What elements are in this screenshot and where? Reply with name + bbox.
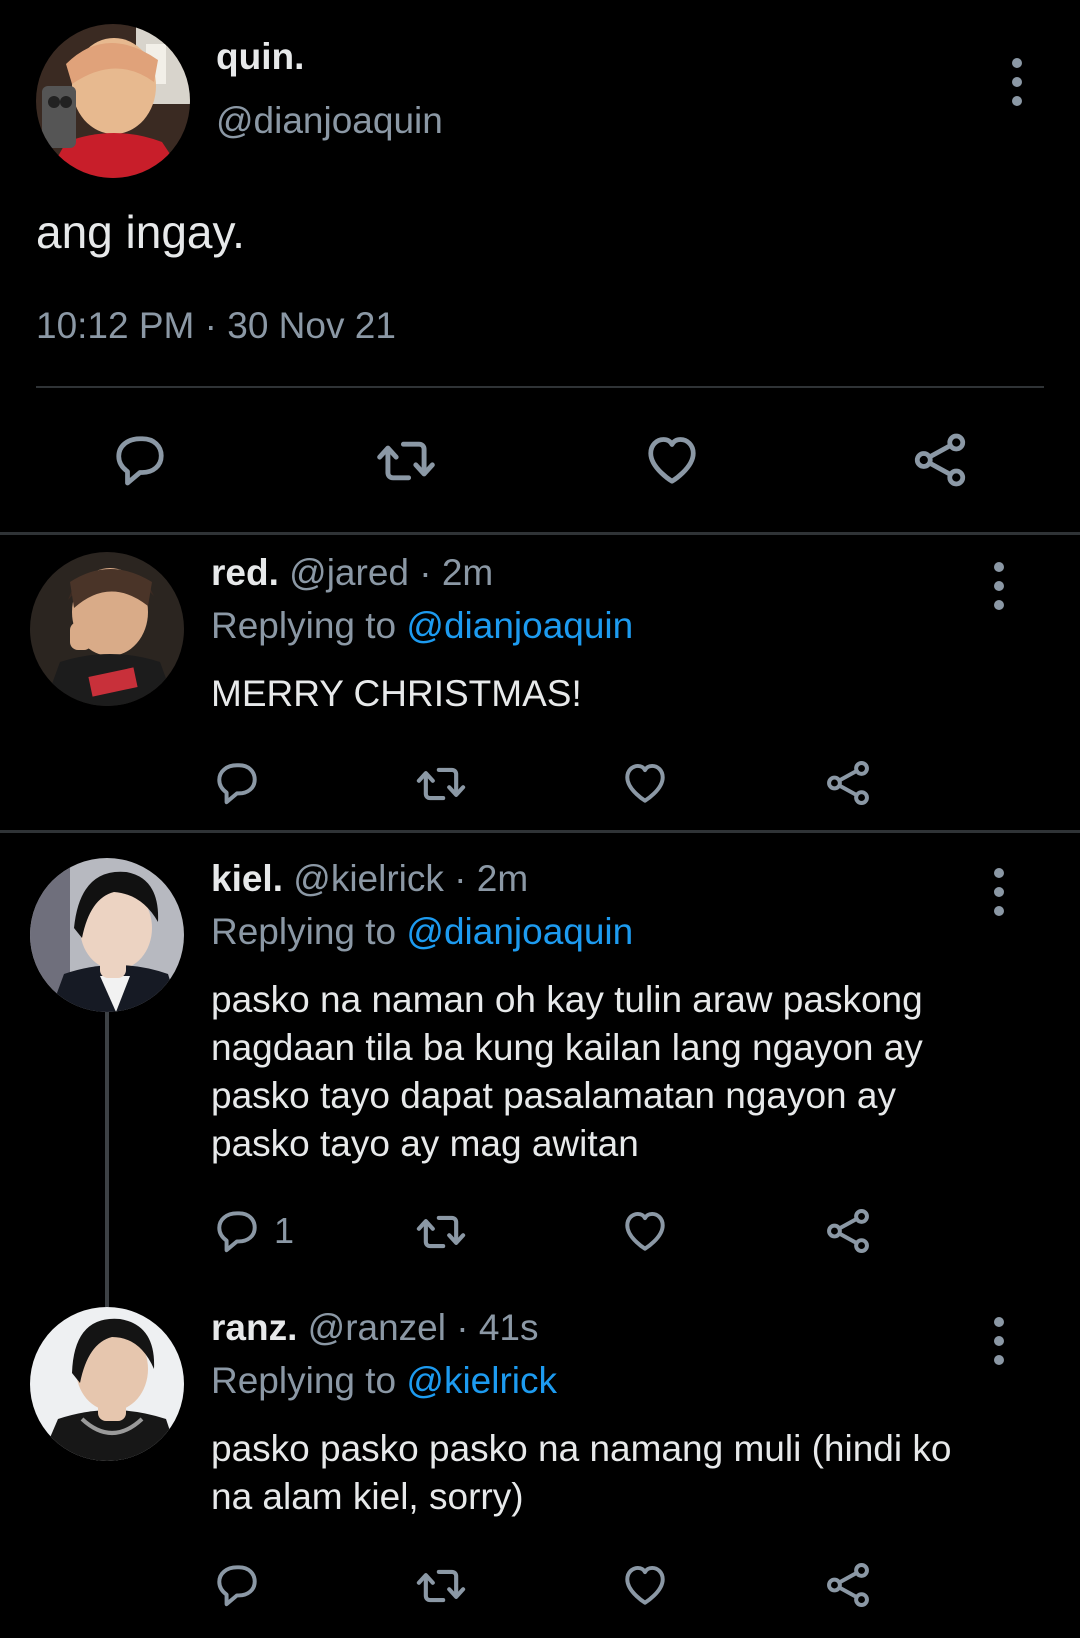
- avatar-photo: [36, 24, 190, 178]
- avatar[interactable]: [36, 24, 190, 178]
- heart-icon: [620, 1560, 670, 1610]
- share-button[interactable]: [910, 430, 970, 490]
- share-button[interactable]: [823, 1560, 873, 1610]
- section-divider: [0, 532, 1080, 535]
- tweet-timestamp[interactable]: 10:12 PM · 30 Nov 21: [36, 305, 396, 347]
- reply-icon: [212, 1560, 262, 1610]
- avatar[interactable]: [30, 858, 184, 1012]
- like-button[interactable]: [620, 1206, 670, 1256]
- handle[interactable]: @dianjoaquin: [216, 100, 443, 142]
- avatar-photo: [30, 552, 184, 706]
- reply-header: ranz. @ranzel · 41s: [211, 1307, 539, 1349]
- heart-icon: [642, 430, 702, 490]
- share-icon: [823, 758, 873, 808]
- like-button[interactable]: [620, 758, 670, 808]
- share-icon: [910, 430, 970, 490]
- share-button[interactable]: [823, 1206, 873, 1256]
- share-icon: [823, 1206, 873, 1256]
- retweet-icon: [375, 430, 437, 492]
- avatar-photo: [30, 1307, 184, 1461]
- replying-to-link[interactable]: @kielrick: [406, 1360, 557, 1401]
- reply-header: kiel. @kielrick · 2m: [211, 858, 528, 900]
- reply-text: pasko pasko pasko na namang muli (hindi …: [211, 1428, 952, 1517]
- reply-meta[interactable]: @ranzel · 41s: [308, 1307, 539, 1348]
- replying-to-link[interactable]: @dianjoaquin: [406, 605, 633, 646]
- tweet-text: ang ingay.: [36, 206, 245, 258]
- more-options-icon[interactable]: [993, 1317, 1005, 1365]
- reply-icon: [110, 430, 170, 490]
- reply-count: 1: [274, 1210, 295, 1251]
- retweet-button[interactable]: [415, 1206, 467, 1258]
- thread-line: [105, 1012, 109, 1307]
- section-divider: [0, 830, 1080, 833]
- share-icon: [823, 1560, 873, 1610]
- retweet-icon: [415, 758, 467, 810]
- more-options-icon[interactable]: [1011, 58, 1023, 106]
- replying-to: Replying to @kielrick: [211, 1360, 557, 1402]
- reply-icon: [212, 758, 262, 808]
- heart-icon: [620, 758, 670, 808]
- avatar-photo: [30, 858, 184, 1012]
- avatar[interactable]: [30, 552, 184, 706]
- reply-meta[interactable]: @jared · 2m: [289, 552, 493, 593]
- display-name[interactable]: quin.: [216, 36, 304, 78]
- share-button[interactable]: [823, 758, 873, 808]
- like-button[interactable]: [642, 430, 702, 490]
- reply-button[interactable]: [212, 1560, 274, 1610]
- replying-to-label: Replying to: [211, 911, 407, 952]
- reply-button[interactable]: [110, 430, 170, 490]
- display-name[interactable]: red.: [211, 552, 279, 593]
- heart-icon: [620, 1206, 670, 1256]
- replying-to: Replying to @dianjoaquin: [211, 605, 633, 647]
- retweet-button[interactable]: [415, 758, 467, 810]
- reply-button[interactable]: [212, 758, 274, 808]
- retweet-button[interactable]: [375, 430, 437, 492]
- reply-icon: [212, 1206, 262, 1256]
- reply-meta[interactable]: @kielrick · 2m: [293, 858, 528, 899]
- reply-button[interactable]: 1: [212, 1206, 294, 1256]
- retweet-icon: [415, 1560, 467, 1612]
- more-options-icon[interactable]: [993, 562, 1005, 610]
- like-button[interactable]: [620, 1560, 670, 1610]
- display-name[interactable]: kiel.: [211, 858, 283, 899]
- reply-header: red. @jared · 2m: [211, 552, 493, 594]
- more-options-icon[interactable]: [993, 868, 1005, 916]
- action-divider: [36, 386, 1044, 388]
- display-name[interactable]: ranz.: [211, 1307, 297, 1348]
- retweet-icon: [415, 1206, 467, 1258]
- avatar[interactable]: [30, 1307, 184, 1461]
- replying-to-link[interactable]: @dianjoaquin: [406, 911, 633, 952]
- retweet-button[interactable]: [415, 1560, 467, 1612]
- reply-text: MERRY CHRISTMAS!: [211, 673, 582, 714]
- replying-to-label: Replying to: [211, 605, 407, 646]
- reply-text: pasko na naman oh kay tulin araw paskong…: [211, 979, 923, 1164]
- replying-to: Replying to @dianjoaquin: [211, 911, 633, 953]
- replying-to-label: Replying to: [211, 1360, 407, 1401]
